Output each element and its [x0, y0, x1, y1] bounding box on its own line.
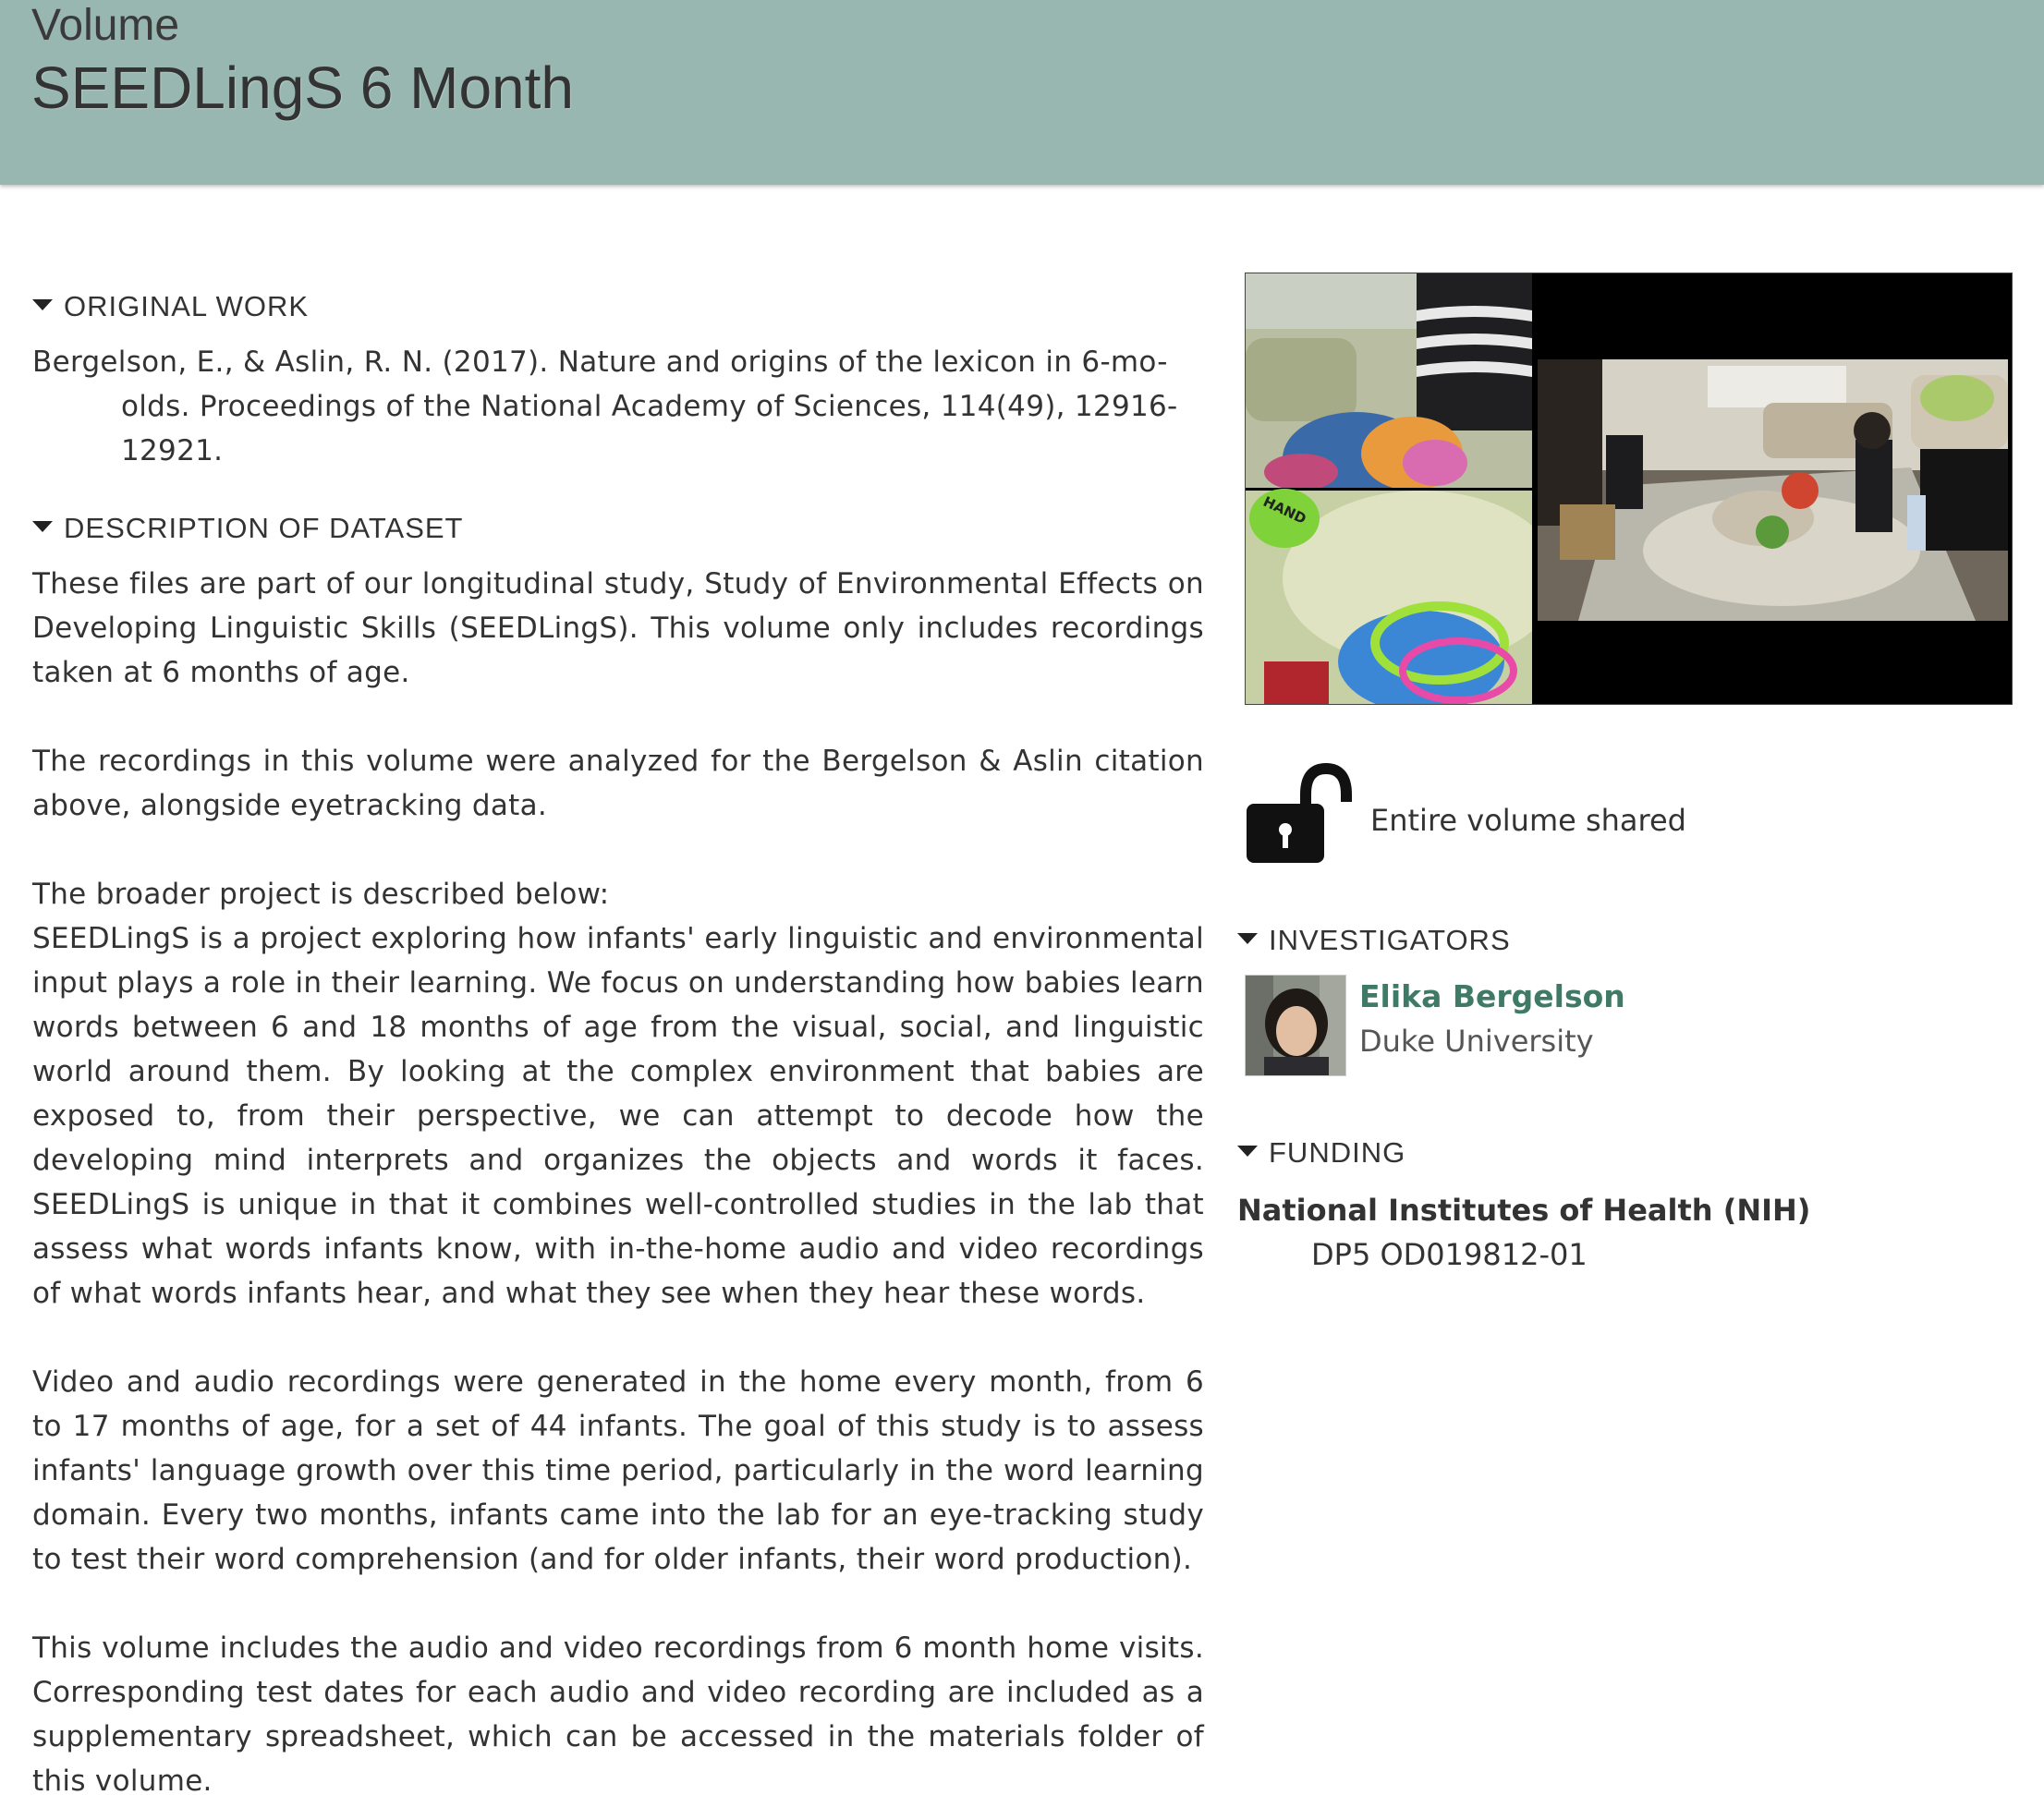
page-title: SEEDLingS 6 Month [31, 55, 574, 121]
description-paragraph: The recordings in this volume were analy… [32, 745, 1204, 822]
volume-header: Volume SEEDLingS 6 Month [0, 0, 2044, 185]
investigator-institution: Duke University [1359, 1024, 1594, 1059]
investigator-name-link[interactable]: Elika Bergelson [1359, 975, 1625, 1019]
access-status: Entire volume shared [1245, 759, 1686, 868]
funding-toggle[interactable]: FUNDING [1237, 1136, 1405, 1170]
investigator-item: Elika Bergelson Duke University [1245, 975, 1625, 1076]
description-toggle[interactable]: DESCRIPTION OF DATASET [32, 512, 464, 545]
funder-name: National Institutes of Health (NIH) [1237, 1193, 1811, 1228]
description-paragraph: The broader project is described below: [32, 878, 610, 911]
original-work-heading: ORIGINAL WORK [64, 290, 310, 322]
access-text: Entire volume shared [1370, 803, 1686, 838]
page-type-label: Volume [31, 1, 180, 50]
citation-text: Bergelson, E., & Aslin, R. N. (2017). Na… [32, 346, 1178, 467]
caret-down-icon [1237, 1146, 1258, 1157]
investigators-toggle[interactable]: INVESTIGATORS [1237, 924, 1511, 957]
caret-down-icon [32, 521, 53, 532]
description-paragraph: This volume includes the audio and video… [32, 1631, 1204, 1795]
avatar [1245, 975, 1346, 1076]
original-work-toggle[interactable]: ORIGINAL WORK [32, 290, 309, 323]
caret-down-icon [32, 299, 53, 310]
funding-heading: FUNDING [1269, 1136, 1406, 1169]
description-paragraph: SEEDLingS is a project exploring how inf… [32, 922, 1204, 1310]
description-body: These files are part of our longitudinal… [32, 562, 1204, 1795]
caret-down-icon [1237, 933, 1258, 944]
description-paragraph: These files are part of our longitudinal… [32, 567, 1204, 689]
description-heading: DESCRIPTION OF DATASET [64, 512, 464, 544]
thumbnail-image: HAND [1246, 273, 2012, 704]
unlock-icon [1245, 759, 1354, 868]
volume-thumbnail[interactable]: HAND [1245, 273, 2013, 705]
description-paragraph: Video and audio recordings were generate… [32, 1365, 1204, 1576]
investigators-heading: INVESTIGATORS [1269, 924, 1511, 956]
award-number: DP5 OD019812-01 [1311, 1237, 1588, 1272]
